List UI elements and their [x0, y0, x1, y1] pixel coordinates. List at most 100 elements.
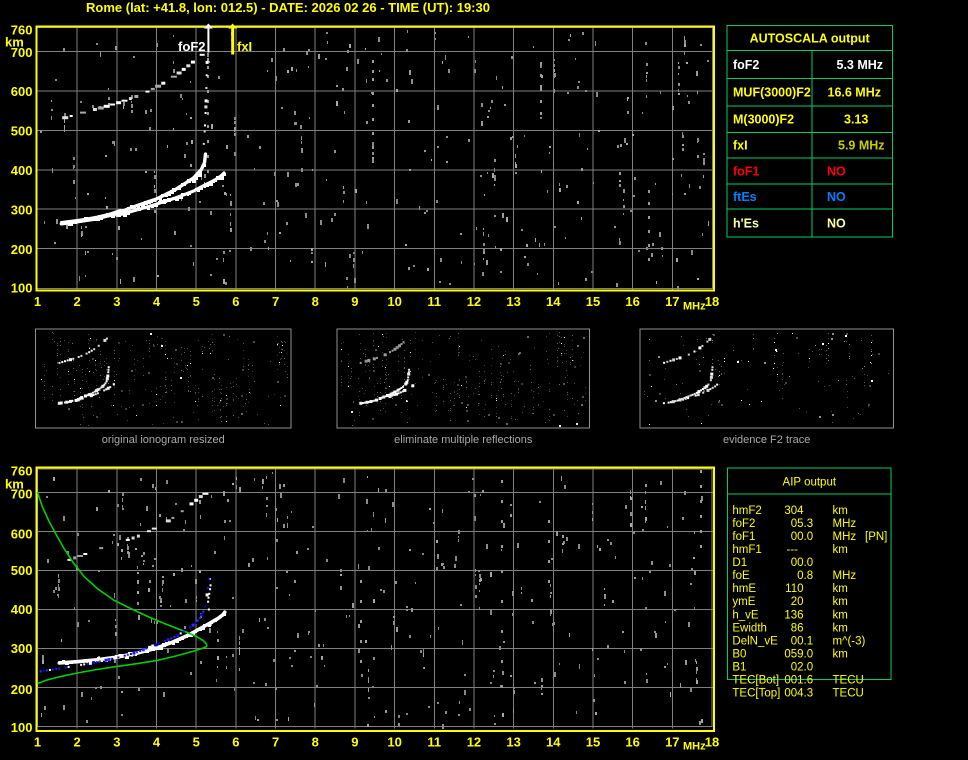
svg-text:foE: foE: [732, 570, 750, 582]
svg-text:15: 15: [586, 294, 600, 309]
svg-text:ftEs: ftEs: [733, 190, 757, 204]
svg-text:86: 86: [791, 622, 804, 634]
svg-text:17: 17: [665, 294, 679, 309]
svg-text:600: 600: [11, 527, 33, 542]
svg-text:hmF1: hmF1: [732, 544, 761, 556]
svg-text:MUF(3000)F2: MUF(3000)F2: [733, 86, 811, 100]
svg-text:500: 500: [11, 124, 33, 139]
svg-text:km: km: [833, 596, 848, 608]
svg-text:11: 11: [427, 294, 441, 309]
svg-text:m^(-3): m^(-3): [833, 635, 866, 647]
svg-text:400: 400: [11, 163, 33, 178]
svg-text:300: 300: [11, 641, 33, 656]
svg-text:004: 004: [784, 688, 804, 700]
svg-text:.0: .0: [804, 531, 814, 543]
svg-text:fxI: fxI: [237, 39, 252, 54]
svg-text:5: 5: [193, 294, 200, 309]
svg-text:059: 059: [784, 648, 803, 660]
svg-text:fxI: fxI: [733, 139, 748, 153]
svg-text:AIP output: AIP output: [783, 477, 837, 489]
svg-text:00: 00: [791, 557, 804, 569]
svg-text:.8: .8: [804, 570, 814, 582]
svg-text:h_vE: h_vE: [732, 609, 759, 621]
svg-text:7: 7: [272, 294, 279, 309]
svg-text:MHz: MHz: [833, 518, 857, 530]
svg-text:foF1: foF1: [732, 531, 755, 543]
svg-text:18: 18: [705, 294, 719, 309]
svg-text:eliminate multiple reflections: eliminate multiple reflections: [394, 434, 533, 446]
svg-text:9: 9: [351, 735, 358, 750]
svg-text:foF2: foF2: [178, 39, 205, 54]
svg-text:6: 6: [232, 294, 239, 309]
svg-text:4: 4: [153, 294, 161, 309]
svg-text:Rome (lat: +41.8, lon: 012.5): Rome (lat: +41.8, lon: 012.5) - DATE: 20…: [86, 0, 490, 15]
svg-text:km: km: [833, 544, 848, 556]
svg-text:400: 400: [11, 602, 33, 617]
svg-text:MHz: MHz: [683, 301, 706, 313]
svg-text:TEC[Bot]: TEC[Bot]: [732, 675, 779, 687]
svg-text:MHz: MHz: [833, 570, 857, 582]
svg-text:11: 11: [427, 735, 441, 750]
svg-text:200: 200: [11, 242, 33, 257]
svg-text:8: 8: [312, 735, 319, 750]
svg-text:.3: .3: [804, 688, 814, 700]
svg-text:---: ---: [787, 544, 799, 556]
svg-text:.0: .0: [804, 557, 814, 569]
svg-text:13: 13: [506, 294, 520, 309]
svg-text:02: 02: [791, 662, 804, 674]
svg-text:9: 9: [351, 294, 358, 309]
svg-text:304: 304: [784, 505, 804, 517]
svg-text:500: 500: [11, 563, 33, 578]
svg-text:001: 001: [784, 675, 803, 687]
svg-text:Ewidth: Ewidth: [732, 622, 767, 634]
svg-text:2: 2: [74, 294, 81, 309]
svg-text:.6: .6: [804, 675, 814, 687]
svg-text:6: 6: [232, 735, 239, 750]
svg-text:MHz: MHz: [683, 741, 706, 753]
svg-text:110: 110: [785, 583, 803, 595]
svg-text:TECU: TECU: [833, 675, 864, 687]
svg-text:12: 12: [467, 735, 481, 750]
svg-text:km: km: [833, 622, 848, 634]
svg-text:NO: NO: [827, 164, 846, 178]
svg-text:300: 300: [11, 202, 33, 217]
svg-text:NO: NO: [827, 190, 846, 204]
svg-text:foF1: foF1: [733, 164, 759, 178]
svg-text:.1: .1: [804, 635, 814, 647]
svg-text:00: 00: [791, 531, 804, 543]
svg-text:B1: B1: [732, 662, 746, 674]
svg-text:h'Es: h'Es: [733, 217, 759, 231]
svg-text:DelN_vE: DelN_vE: [732, 635, 778, 647]
svg-text:200: 200: [11, 682, 33, 697]
svg-text:600: 600: [11, 84, 33, 99]
svg-text:TEC[Top]: TEC[Top]: [732, 688, 780, 700]
svg-text:foF2: foF2: [732, 518, 755, 530]
svg-text:hmE: hmE: [732, 583, 756, 595]
svg-text:8: 8: [312, 294, 319, 309]
svg-text:ymE: ymE: [732, 596, 755, 608]
svg-text:136: 136: [784, 609, 803, 621]
svg-text:10: 10: [387, 294, 401, 309]
svg-text:5.3 MHz: 5.3 MHz: [837, 58, 884, 72]
svg-text:foF2: foF2: [733, 58, 759, 72]
svg-text:km: km: [833, 609, 848, 621]
svg-text:original ionogram resized: original ionogram resized: [102, 434, 225, 446]
svg-text:5.9 MHz: 5.9 MHz: [838, 139, 885, 153]
svg-text:10: 10: [387, 735, 401, 750]
svg-text:12: 12: [467, 294, 481, 309]
svg-text:M(3000)F2: M(3000)F2: [733, 113, 794, 127]
svg-text:16.6 MHz: 16.6 MHz: [828, 86, 882, 100]
svg-text:13: 13: [506, 735, 520, 750]
svg-text:3.13: 3.13: [844, 113, 868, 127]
svg-text:B0: B0: [732, 648, 746, 660]
svg-text:100: 100: [11, 281, 33, 296]
svg-text:4: 4: [153, 735, 161, 750]
svg-text:14: 14: [546, 735, 561, 750]
svg-text:.0: .0: [804, 648, 814, 660]
svg-text:hmF2: hmF2: [732, 505, 761, 517]
svg-text:3: 3: [113, 735, 120, 750]
svg-text:16: 16: [625, 735, 639, 750]
svg-text:5: 5: [193, 735, 200, 750]
svg-text:17: 17: [665, 735, 679, 750]
svg-text:3: 3: [113, 294, 120, 309]
